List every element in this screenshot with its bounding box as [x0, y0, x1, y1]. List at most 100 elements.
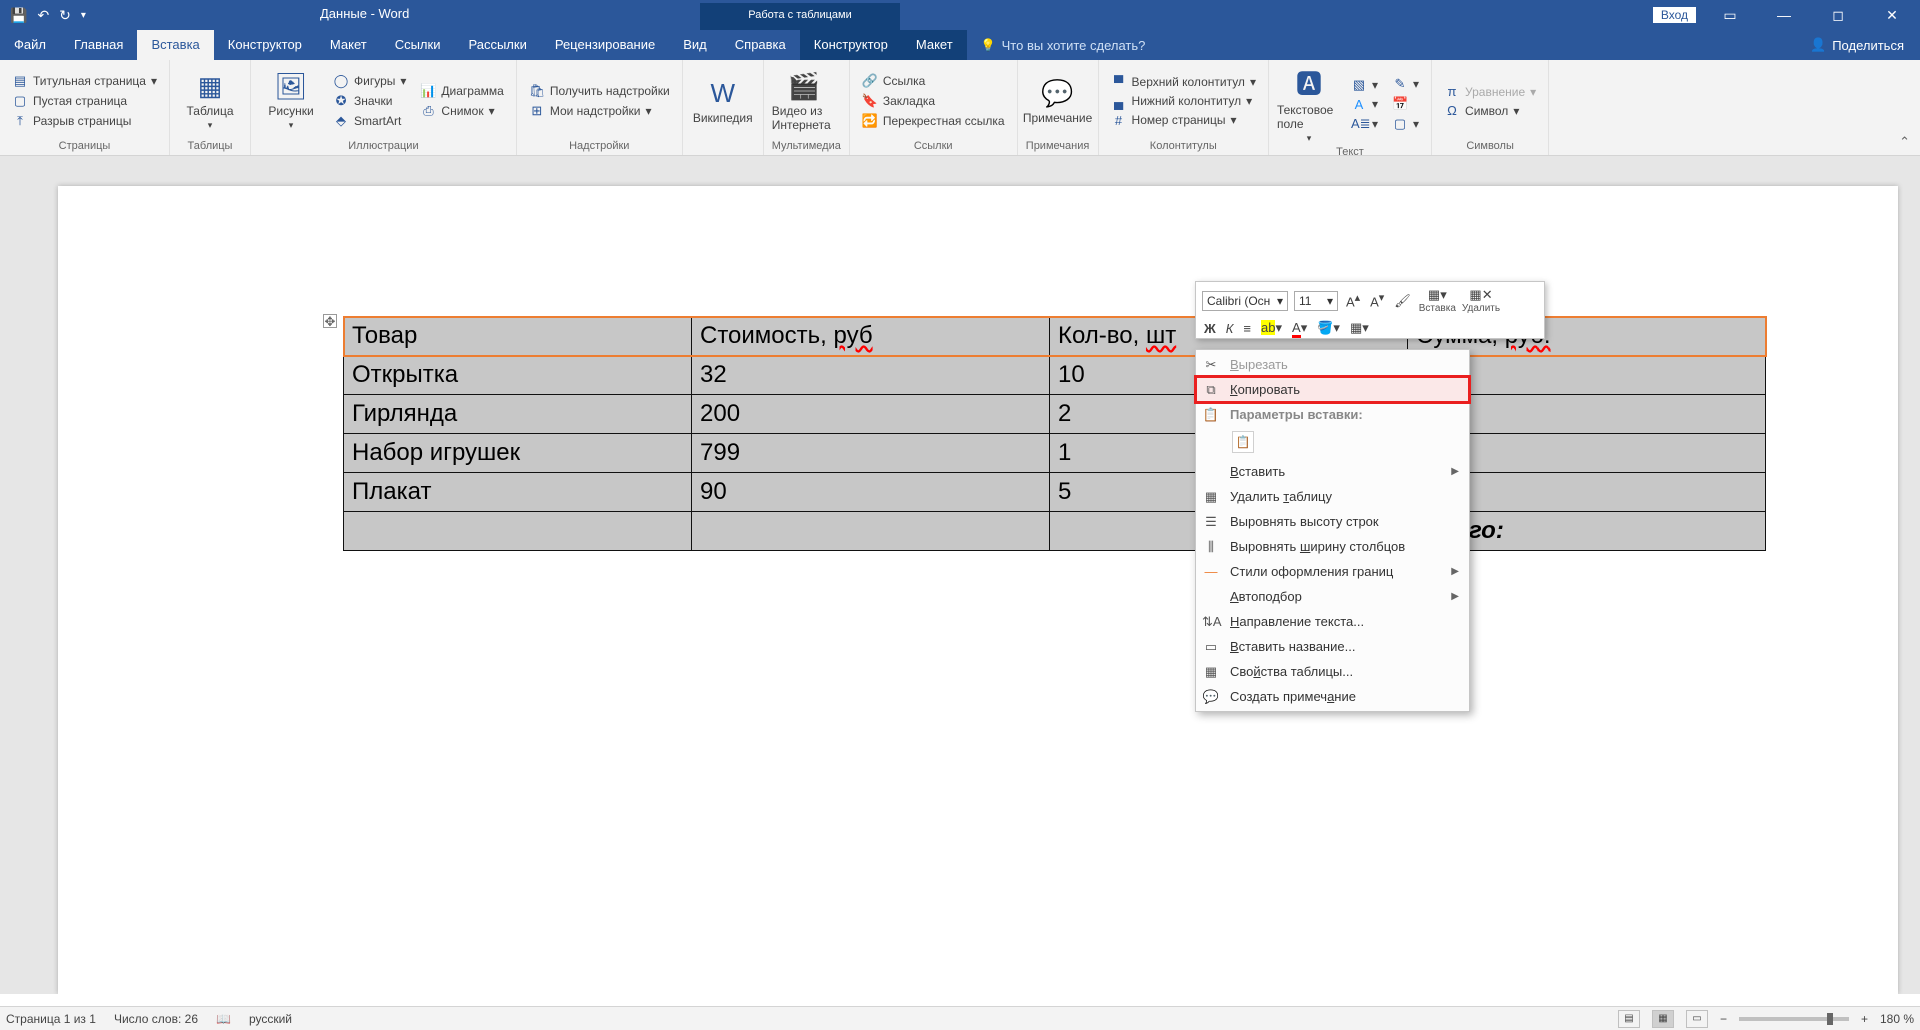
cross-reference-button[interactable]: 🔁Перекрестная ссылка [858, 112, 1009, 130]
get-addins-button[interactable]: 🛍Получить надстройки [525, 82, 674, 100]
table-header-cell[interactable]: Товар [344, 317, 692, 356]
table-header-cell[interactable]: Стоимость, руб [692, 317, 1050, 356]
textbox-button[interactable]: 🅰Текстовое поле▾ [1277, 64, 1341, 144]
view-print-layout-icon[interactable]: ▦ [1652, 1010, 1674, 1028]
zoom-in-icon[interactable]: + [1861, 1012, 1868, 1026]
collapse-ribbon-icon[interactable]: ⌃ [1899, 60, 1920, 155]
tab-table-design[interactable]: Конструктор [800, 30, 902, 60]
tab-references[interactable]: Ссылки [381, 30, 455, 60]
tab-layout[interactable]: Макет [316, 30, 381, 60]
pictures-button[interactable]: 🖼Рисунки▾ [259, 64, 323, 138]
font-size-select[interactable]: 11▾ [1294, 291, 1338, 311]
maximize-icon[interactable]: ◻ [1818, 7, 1858, 24]
wordart-button[interactable]: A▾ [1347, 96, 1382, 113]
dropcap-button[interactable]: A≣▾ [1347, 115, 1382, 133]
ctx-delete-table[interactable]: ▦Удалить таблицу [1196, 484, 1469, 509]
tab-file[interactable]: Файл [0, 30, 60, 60]
close-icon[interactable]: ✕ [1872, 7, 1912, 24]
ctx-copy[interactable]: ⧉Копировать [1196, 377, 1469, 402]
table-row[interactable]: Плакат905450 [344, 473, 1766, 512]
tab-mailings[interactable]: Рассылки [454, 30, 540, 60]
zoom-level[interactable]: 180 % [1880, 1012, 1914, 1026]
ctx-autofit[interactable]: Автоподбор▶ [1196, 584, 1469, 609]
paste-option-icon[interactable]: 📋 [1232, 431, 1254, 453]
save-icon[interactable]: 💾 [10, 7, 27, 24]
status-page[interactable]: Страница 1 из 1 [6, 1012, 96, 1026]
online-video-button[interactable]: 🎬Видео из Интернета [772, 64, 836, 138]
minimize-icon[interactable]: — [1764, 7, 1804, 23]
tab-home[interactable]: Главная [60, 30, 137, 60]
symbol-button[interactable]: ΩСимвол ▾ [1440, 102, 1540, 119]
bookmark-button[interactable]: 🔖Закладка [858, 92, 1009, 110]
tab-insert[interactable]: Вставка [137, 30, 213, 60]
blank-page-button[interactable]: ▢Пустая страница [8, 92, 161, 110]
font-family-select[interactable]: Calibri (Осн▾ [1202, 291, 1288, 311]
ctx-border-styles[interactable]: —Стили оформления границ▶ [1196, 559, 1469, 584]
wikipedia-button[interactable]: WВикипедия [691, 64, 755, 138]
ctx-table-properties[interactable]: ▦Свойства таблицы... [1196, 659, 1469, 684]
cover-page-button[interactable]: ▤Титульная страница ▾ [8, 72, 161, 90]
equation-button[interactable]: πУравнение ▾ [1440, 83, 1540, 100]
view-read-mode-icon[interactable]: ▤ [1618, 1010, 1640, 1028]
document-table[interactable]: Товар Стоимость, руб Кол-во, шт Сумма, р… [343, 316, 1766, 551]
share-button[interactable]: 👤Поделиться [1794, 30, 1920, 60]
font-color-icon[interactable]: A▾ [1290, 320, 1309, 336]
status-language[interactable]: русский [249, 1012, 292, 1026]
table-move-handle-icon[interactable]: ✥ [323, 314, 337, 328]
shrink-font-icon[interactable]: A▾ [1368, 291, 1386, 309]
shading-icon[interactable]: 🪣▾ [1315, 320, 1342, 336]
tab-view[interactable]: Вид [669, 30, 721, 60]
tab-design[interactable]: Конструктор [214, 30, 316, 60]
comment-button[interactable]: 💬Примечание [1026, 64, 1090, 138]
object-button[interactable]: ▢▾ [1388, 115, 1423, 133]
format-painter-icon[interactable]: 🖌 [1392, 293, 1413, 309]
bold-icon[interactable]: Ж [1202, 321, 1218, 336]
table-row[interactable]: Товар Стоимость, руб Кол-во, шт Сумма, р… [344, 317, 1766, 356]
zoom-out-icon[interactable]: − [1720, 1012, 1727, 1026]
tab-review[interactable]: Рецензирование [541, 30, 669, 60]
tab-table-layout[interactable]: Макет [902, 30, 967, 60]
footer-button[interactable]: ▄Нижний колонтитул ▾ [1107, 93, 1260, 110]
icons-button[interactable]: ✪Значки [329, 92, 410, 110]
page-break-button[interactable]: ⤒Разрыв страницы [8, 112, 161, 130]
screenshot-button[interactable]: ⎙Снимок ▾ [416, 102, 507, 120]
sign-in-button[interactable]: Вход [1653, 7, 1696, 23]
table-row[interactable]: Гирлянда2002400 [344, 395, 1766, 434]
shapes-button[interactable]: ◯Фигуры ▾ [329, 72, 410, 90]
highlight-icon[interactable]: ab▾ [1259, 320, 1284, 336]
quick-parts-button[interactable]: ▧▾ [1347, 76, 1382, 94]
ctx-cut[interactable]: ✂Вырезать [1196, 352, 1469, 377]
table-button[interactable]: ▦Таблица▾ [178, 64, 242, 138]
header-button[interactable]: ▀Верхний колонтитул ▾ [1107, 74, 1260, 91]
tab-help[interactable]: Справка [721, 30, 800, 60]
insert-icon[interactable]: ▦▾ [1426, 287, 1449, 303]
borders-icon[interactable]: ▦▾ [1348, 320, 1371, 336]
ctx-new-comment[interactable]: 💬Создать примечание [1196, 684, 1469, 709]
table-row[interactable]: Открытка3210320 [344, 356, 1766, 395]
datetime-button[interactable]: 📅 [1388, 95, 1423, 113]
page-number-button[interactable]: #Номер страницы ▾ [1107, 112, 1260, 129]
ctx-distribute-cols[interactable]: ⫼Выровнять ширину столбцов [1196, 534, 1469, 559]
view-web-layout-icon[interactable]: ▭ [1686, 1010, 1708, 1028]
delete-icon[interactable]: ▦✕ [1467, 287, 1494, 303]
status-word-count[interactable]: Число слов: 26 [114, 1012, 198, 1026]
ctx-distribute-rows[interactable]: ☰Выровнять высоту строк [1196, 509, 1469, 534]
status-spellcheck-icon[interactable]: 📖 [216, 1012, 231, 1026]
ribbon-display-icon[interactable]: ▭ [1710, 7, 1750, 24]
ctx-insert-caption[interactable]: ▭Вставить название... [1196, 634, 1469, 659]
qat-customize-icon[interactable]: ▾ [81, 10, 86, 21]
table-row[interactable]: Итого: [344, 512, 1766, 551]
chart-button[interactable]: 📊Диаграмма [416, 82, 507, 100]
smartart-button[interactable]: ⬘SmartArt [329, 112, 410, 130]
my-addins-button[interactable]: ⊞Мои надстройки ▾ [525, 102, 674, 120]
ctx-text-direction[interactable]: ⇅AНаправление текста... [1196, 609, 1469, 634]
italic-icon[interactable]: К [1224, 321, 1236, 336]
signature-button[interactable]: ✎▾ [1388, 75, 1423, 93]
undo-icon[interactable]: ↶ [37, 7, 49, 24]
grow-font-icon[interactable]: A▴ [1344, 291, 1362, 309]
link-button[interactable]: 🔗Ссылка [858, 72, 1009, 90]
align-icon[interactable]: ≡ [1241, 321, 1253, 336]
redo-icon[interactable]: ↻ [59, 7, 71, 24]
table-row[interactable]: Набор игрушек7991799 [344, 434, 1766, 473]
ctx-insert[interactable]: Вставить▶ [1196, 459, 1469, 484]
